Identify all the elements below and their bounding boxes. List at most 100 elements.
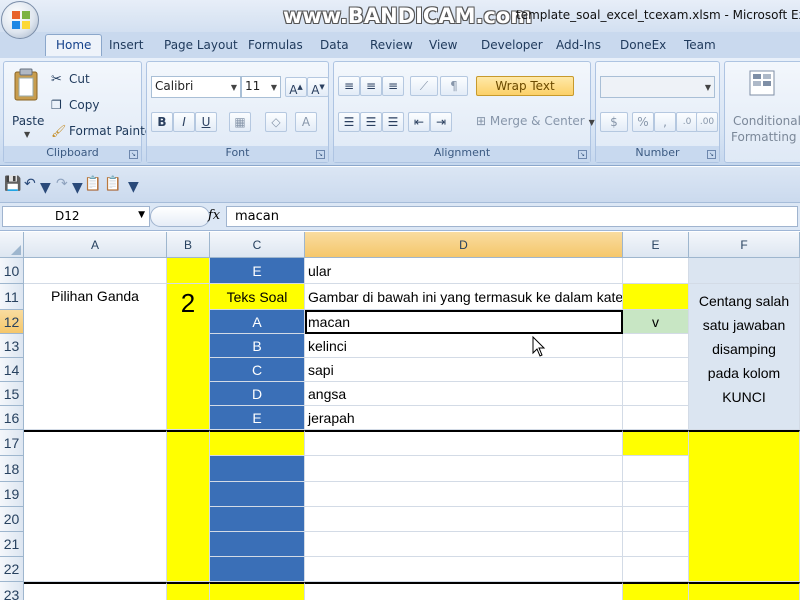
- column-header-c[interactable]: C: [210, 232, 305, 258]
- cell-e18[interactable]: [623, 456, 689, 482]
- paste-dropdown-icon[interactable]: ▼: [24, 130, 30, 139]
- cell-e17[interactable]: [623, 430, 689, 456]
- tab-team[interactable]: Team: [684, 38, 716, 52]
- office-button[interactable]: [1, 1, 39, 39]
- tab-view[interactable]: View: [429, 38, 457, 52]
- align-middle-icon[interactable]: ≡: [360, 76, 382, 96]
- tab-page-layout[interactable]: Page Layout: [164, 38, 238, 52]
- cell-c20[interactable]: [210, 507, 305, 532]
- wrap-text-button[interactable]: Wrap Text: [476, 76, 574, 96]
- cell-d10[interactable]: ular: [305, 258, 623, 284]
- column-header-d[interactable]: D: [305, 232, 623, 258]
- column-header-b[interactable]: B: [167, 232, 210, 258]
- cell-c14[interactable]: C: [210, 358, 305, 382]
- cell-e20[interactable]: [623, 507, 689, 532]
- row-header-23[interactable]: 23: [0, 582, 24, 600]
- cell-c10[interactable]: E: [210, 258, 305, 284]
- cell-e14[interactable]: [623, 358, 689, 382]
- tab-home[interactable]: Home: [45, 34, 103, 56]
- cell-e22[interactable]: [623, 557, 689, 582]
- tab-data[interactable]: Data: [320, 38, 349, 52]
- column-header-a[interactable]: A: [24, 232, 167, 258]
- cell-c22[interactable]: [210, 557, 305, 582]
- row-header-14[interactable]: 14: [0, 358, 24, 382]
- format-painter-button[interactable]: 🖌 Format Painter: [51, 124, 157, 142]
- cell-c18[interactable]: [210, 456, 305, 482]
- font-launcher-icon[interactable]: ↘: [316, 150, 325, 159]
- cell-d20[interactable]: [305, 507, 623, 532]
- cell-d11[interactable]: Gambar di bawah ini yang termasuk ke dal…: [305, 284, 623, 310]
- cell-d17[interactable]: [305, 430, 623, 456]
- underline-icon[interactable]: U: [195, 112, 217, 132]
- row-header-18[interactable]: 18: [0, 456, 24, 482]
- tab-add-ins[interactable]: Add-Ins: [556, 38, 601, 52]
- cell-c16[interactable]: E: [210, 406, 305, 430]
- cell-d23[interactable]: [305, 582, 623, 600]
- row-header-10[interactable]: 10: [0, 258, 24, 284]
- cell-d15[interactable]: angsa: [305, 382, 623, 406]
- cut-button[interactable]: ✂ Cut: [51, 72, 131, 90]
- cell-b11[interactable]: 2: [167, 284, 210, 430]
- cell-b23[interactable]: [167, 582, 210, 600]
- insert-function-icon[interactable]: fx: [208, 208, 220, 223]
- cell-e15[interactable]: [623, 382, 689, 406]
- text-direction-icon[interactable]: ¶: [440, 76, 468, 96]
- decrease-decimal-icon[interactable]: .00: [696, 112, 718, 132]
- grow-font-icon[interactable]: A▲: [285, 77, 307, 97]
- cell-d21[interactable]: [305, 532, 623, 557]
- formula-input[interactable]: macan: [226, 206, 798, 227]
- orientation-icon[interactable]: ⟋: [410, 76, 438, 96]
- cell-e23[interactable]: [623, 582, 689, 600]
- cell-a10[interactable]: [24, 258, 167, 284]
- italic-icon[interactable]: I: [173, 112, 195, 132]
- column-header-e[interactable]: E: [623, 232, 689, 258]
- row-header-20[interactable]: 20: [0, 507, 24, 532]
- cell-f17[interactable]: [689, 430, 800, 582]
- alignment-launcher-icon[interactable]: ↘: [578, 150, 587, 159]
- row-header-16[interactable]: 16: [0, 406, 24, 430]
- cell-c13[interactable]: B: [210, 334, 305, 358]
- number-launcher-icon[interactable]: ↘: [707, 150, 716, 159]
- tab-insert[interactable]: Insert: [109, 38, 143, 52]
- cell-c11[interactable]: Teks Soal: [210, 284, 305, 310]
- tab-doneex[interactable]: DoneEx: [620, 38, 666, 52]
- redo-dropdown-icon[interactable]: ▼: [72, 180, 83, 196]
- row-header-17[interactable]: 17: [0, 430, 24, 456]
- percent-icon[interactable]: %: [632, 112, 654, 132]
- font-size-select[interactable]: 11 ▼: [241, 76, 281, 98]
- conditional-formatting-button[interactable]: Conditional Formatting: [729, 66, 800, 146]
- cell-d16[interactable]: jerapah: [305, 406, 623, 430]
- number-format-select[interactable]: ▼: [600, 76, 715, 98]
- cell-f10[interactable]: [689, 258, 800, 284]
- row-header-13[interactable]: 13: [0, 334, 24, 358]
- cell-f23[interactable]: [689, 582, 800, 600]
- fill-color-icon[interactable]: ◇: [265, 112, 287, 132]
- cell-d18[interactable]: [305, 456, 623, 482]
- tab-formulas[interactable]: Formulas: [248, 38, 303, 52]
- save-icon[interactable]: 💾: [4, 176, 21, 192]
- cell-c21[interactable]: [210, 532, 305, 557]
- cell-d19[interactable]: [305, 482, 623, 507]
- copy-button[interactable]: ❐ Copy: [51, 98, 131, 116]
- align-right-icon[interactable]: ☰: [382, 112, 404, 132]
- merge-center-button[interactable]: ⊞ Merge & Center ▼: [476, 114, 595, 128]
- comma-style-icon[interactable]: ,: [654, 112, 676, 132]
- select-all-corner[interactable]: [0, 232, 24, 258]
- redo-icon[interactable]: ↷: [56, 176, 68, 192]
- cell-e10[interactable]: [623, 258, 689, 284]
- increase-decimal-icon[interactable]: .0: [676, 112, 698, 132]
- cell-c12[interactable]: A: [210, 310, 305, 334]
- cell-c17[interactable]: [210, 430, 305, 456]
- align-left-icon[interactable]: ☰: [338, 112, 360, 132]
- cell-e19[interactable]: [623, 482, 689, 507]
- decrease-indent-icon[interactable]: ⇤: [408, 112, 430, 132]
- cell-a17[interactable]: [24, 430, 167, 582]
- formula-bar-handle[interactable]: [150, 206, 210, 227]
- currency-icon[interactable]: $: [600, 112, 628, 132]
- cell-b10[interactable]: [167, 258, 210, 284]
- cell-c15[interactable]: D: [210, 382, 305, 406]
- row-header-22[interactable]: 22: [0, 557, 24, 582]
- clipboard-launcher-icon[interactable]: ↘: [129, 150, 138, 159]
- cell-c23[interactable]: [210, 582, 305, 600]
- cell-d14[interactable]: sapi: [305, 358, 623, 382]
